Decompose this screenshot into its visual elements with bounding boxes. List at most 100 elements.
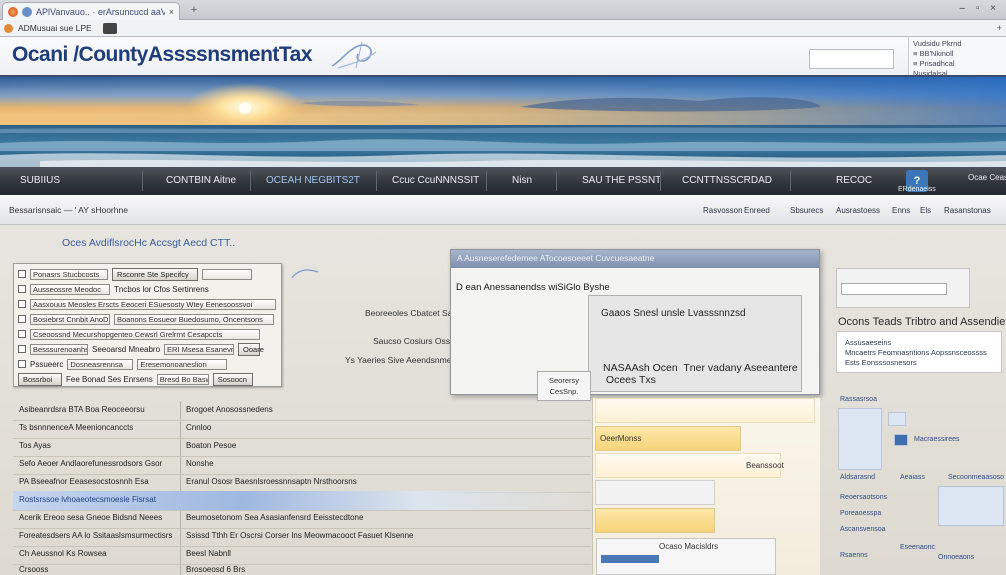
util-link[interactable]: Enns bbox=[892, 206, 910, 215]
table-row[interactable]: Crsooss Brosoeosd 6 Brs bbox=[13, 561, 591, 575]
table-cell: Beesl Nabnll bbox=[186, 549, 231, 558]
table-cell: Ts bsnnnenceA Meenioncanccts bbox=[19, 423, 134, 432]
tab-title: APlVanvauo.. · erArsuncucd aaVB bbox=[36, 6, 165, 17]
util-link[interactable]: Ausrastoess bbox=[836, 206, 880, 215]
search-button[interactable]: Rsconre Ste Specifcy bbox=[112, 267, 198, 281]
util-link[interactable]: Els bbox=[920, 206, 931, 215]
side-block bbox=[894, 434, 908, 446]
search-field[interactable] bbox=[202, 268, 252, 280]
table-cell: Acerik Ereoo sesa Gneoe Bidsnd Neees bbox=[19, 513, 163, 522]
table-row-selected[interactable]: Rostsrssoe lvhoaeotecsmoesie Fisrsat bbox=[13, 491, 591, 511]
side-link[interactable]: Eseenaonc bbox=[900, 544, 935, 551]
nav-item-contain[interactable]: CONTBIN Aitne bbox=[166, 175, 236, 186]
district-field[interactable]: Besssurenoanhs bbox=[30, 343, 88, 355]
table-cell: Brogoet Anosossnedens bbox=[186, 405, 273, 414]
dialog-titlebar[interactable]: A Ausneserefedemee ATocoesoeeet Cuvcuesa… bbox=[451, 250, 819, 268]
mini-logo-icon bbox=[291, 269, 319, 279]
side-link[interactable]: Ascansvensoa bbox=[840, 526, 886, 533]
table-row[interactable]: PA Bseeafnor Eeasesocstosnnh Esa Eranul … bbox=[13, 473, 591, 493]
detail-row[interactable] bbox=[595, 480, 715, 505]
breadcrumb[interactable]: Bessarisnsaic — ' AY sHoorhne bbox=[9, 205, 128, 215]
side-link[interactable]: Aldsarasnd bbox=[840, 474, 875, 481]
globe-icon bbox=[22, 6, 32, 17]
util-link[interactable]: Sbsurecs bbox=[790, 206, 823, 215]
nav-item-ocean-neighbors[interactable]: OCEAH NEGBITS2T bbox=[266, 175, 360, 186]
side-link[interactable]: Onnoeaons bbox=[938, 554, 974, 561]
side-link[interactable]: Aeaiass bbox=[900, 474, 925, 481]
util-link[interactable]: Rasvosson bbox=[703, 206, 743, 215]
checkbox[interactable] bbox=[18, 285, 26, 293]
table-row[interactable]: Ts bsnnnenceA Meenioncanccts Cnnloo bbox=[13, 419, 591, 439]
township-field[interactable]: Boanons Eosueor Buedosumo, Oncentsons bbox=[114, 313, 274, 325]
nav-item-right-1[interactable]: ERdenaeiss bbox=[898, 186, 936, 193]
exemption-field[interactable]: Eresemonoaneslion bbox=[137, 358, 228, 370]
right-search-input[interactable] bbox=[841, 283, 947, 295]
search-submit-button[interactable]: Sosoocn bbox=[212, 372, 253, 386]
window-controls[interactable]: – ▫ × bbox=[959, 3, 1000, 14]
browse-button[interactable]: Bossrboi bbox=[18, 372, 62, 386]
checkbox[interactable] bbox=[18, 345, 26, 353]
util-link[interactable]: Rasanstonas bbox=[944, 206, 991, 215]
site-title[interactable]: Ocani /CountyAssssnsmentTax bbox=[12, 43, 313, 67]
breadcrumb-bar: Bessarisnsaic — ' AY sHoorhne Rasvosson … bbox=[0, 195, 1006, 225]
table-row[interactable]: Foreatesdsers AA lo Ssitaaslsmsurmectisr… bbox=[13, 527, 591, 547]
side-panel-line[interactable]: Vudsidu Pkrnd bbox=[913, 39, 1002, 49]
side-link[interactable]: Rsaenns bbox=[840, 552, 868, 559]
side-link[interactable]: Rassasrsoa bbox=[840, 396, 877, 403]
nav-divider bbox=[376, 171, 377, 191]
detail-row[interactable] bbox=[595, 398, 815, 423]
nav-item-see-present[interactable]: SAU THE PSSNT bbox=[582, 175, 661, 186]
table-row[interactable]: Asibeanrdsra BTA Boa Reoceeorsu Brogoet … bbox=[13, 401, 591, 421]
checkbox[interactable] bbox=[18, 330, 26, 338]
checkbox[interactable] bbox=[18, 360, 26, 368]
address-field[interactable]: Aasxouus Meosles Erscts Eeoceri ESuesost… bbox=[30, 298, 276, 310]
password-field[interactable]: Bresd Bo Baswosd bbox=[156, 373, 209, 385]
nav-item-right-2[interactable]: Ocae Ceas bbox=[968, 173, 1006, 182]
info-line[interactable]: Mncaetrs Feomnasntions Aopssnsceossss bbox=[845, 348, 993, 358]
value-field[interactable]: ERI Msesa Esanevrot Eefoloe bbox=[164, 343, 235, 355]
address-input[interactable]: ADMusuai sue LPE bbox=[18, 23, 92, 33]
side-panel-line[interactable]: ≡ BB'Nkinoll bbox=[913, 49, 1002, 59]
detail-row-highlight[interactable] bbox=[595, 508, 715, 533]
nav-item-news[interactable]: Nisn bbox=[512, 175, 532, 186]
refresh-icon[interactable] bbox=[4, 23, 13, 33]
right-heading: Ocons Teads Tribtro and Assendie bbox=[838, 316, 1006, 328]
detail-row[interactable]: Beanssoot bbox=[595, 453, 784, 478]
checkbox[interactable] bbox=[18, 270, 26, 278]
dialog-heading: D ean Anessanendss wiSiGlo Byshe bbox=[456, 282, 610, 293]
table-row[interactable]: Sefo Aeoer Andlaorefunessrodsors Gsor No… bbox=[13, 455, 591, 475]
info-line[interactable]: Assusaeseins bbox=[845, 338, 993, 348]
go-button[interactable] bbox=[102, 22, 117, 34]
nav-item-records[interactable]: RECOC bbox=[836, 175, 872, 186]
browser-tab[interactable]: APlVanvauo.. · erArsuncucd aaVB × bbox=[2, 2, 180, 20]
tab-close-icon[interactable]: × bbox=[169, 7, 174, 17]
owner-name-field[interactable]: Ponasrs Stucbcosts bbox=[30, 268, 108, 280]
side-block bbox=[888, 412, 906, 426]
side-link[interactable]: Secoonmeaasoso bbox=[948, 474, 1004, 481]
table-row[interactable]: Acerik Ereoo sesa Gneoe Bidsnd Neees Beu… bbox=[13, 509, 591, 529]
nav-item-council[interactable]: Ccuc CcuNNNSSIT bbox=[392, 175, 479, 186]
add-bookmark-icon[interactable]: + bbox=[997, 23, 1002, 33]
header-search-input[interactable] bbox=[809, 49, 894, 69]
checkbox[interactable] bbox=[18, 300, 26, 308]
util-link[interactable]: Enreed bbox=[744, 206, 770, 215]
side-link[interactable]: Macraessirees bbox=[914, 436, 960, 443]
side-link[interactable]: Poreaoesspa bbox=[840, 510, 881, 517]
preview-button[interactable]: Seorersy CesSnp. bbox=[537, 371, 591, 401]
go-button[interactable]: Ooare bbox=[238, 342, 264, 356]
description-field[interactable]: Cseoossnd Mecurshopgenteo Cewsrl Grelrrn… bbox=[30, 328, 260, 340]
detail-progress-bar bbox=[601, 555, 659, 563]
table-row[interactable]: Tos Ayas Boaton Pesoe bbox=[13, 437, 591, 457]
nav-item-subjects[interactable]: SUBIIUS bbox=[20, 175, 60, 186]
nav-item-contracts[interactable]: CCNTTNSSCRDAD bbox=[682, 175, 772, 186]
checkbox[interactable] bbox=[18, 315, 26, 323]
side-link[interactable]: Reoersaotsons bbox=[840, 494, 887, 501]
tax-field[interactable]: Dosneasrennsa bbox=[67, 358, 134, 370]
side-panel-line[interactable]: ≡ Pnsadhcal bbox=[913, 59, 1002, 69]
info-line[interactable]: Ests Eonsssosnesors bbox=[845, 358, 993, 368]
new-tab-button[interactable]: + bbox=[188, 4, 200, 16]
detail-row-highlight[interactable]: OeerMonss bbox=[595, 426, 741, 451]
assessor-field[interactable]: Ausseossre Meodoc bbox=[30, 283, 110, 295]
parcel-field[interactable]: Bosiebrst Cnnbit AnoD bbox=[30, 313, 110, 325]
right-info-box: Assusaeseins Mncaetrs Feomnasntions Aops… bbox=[836, 331, 1002, 373]
